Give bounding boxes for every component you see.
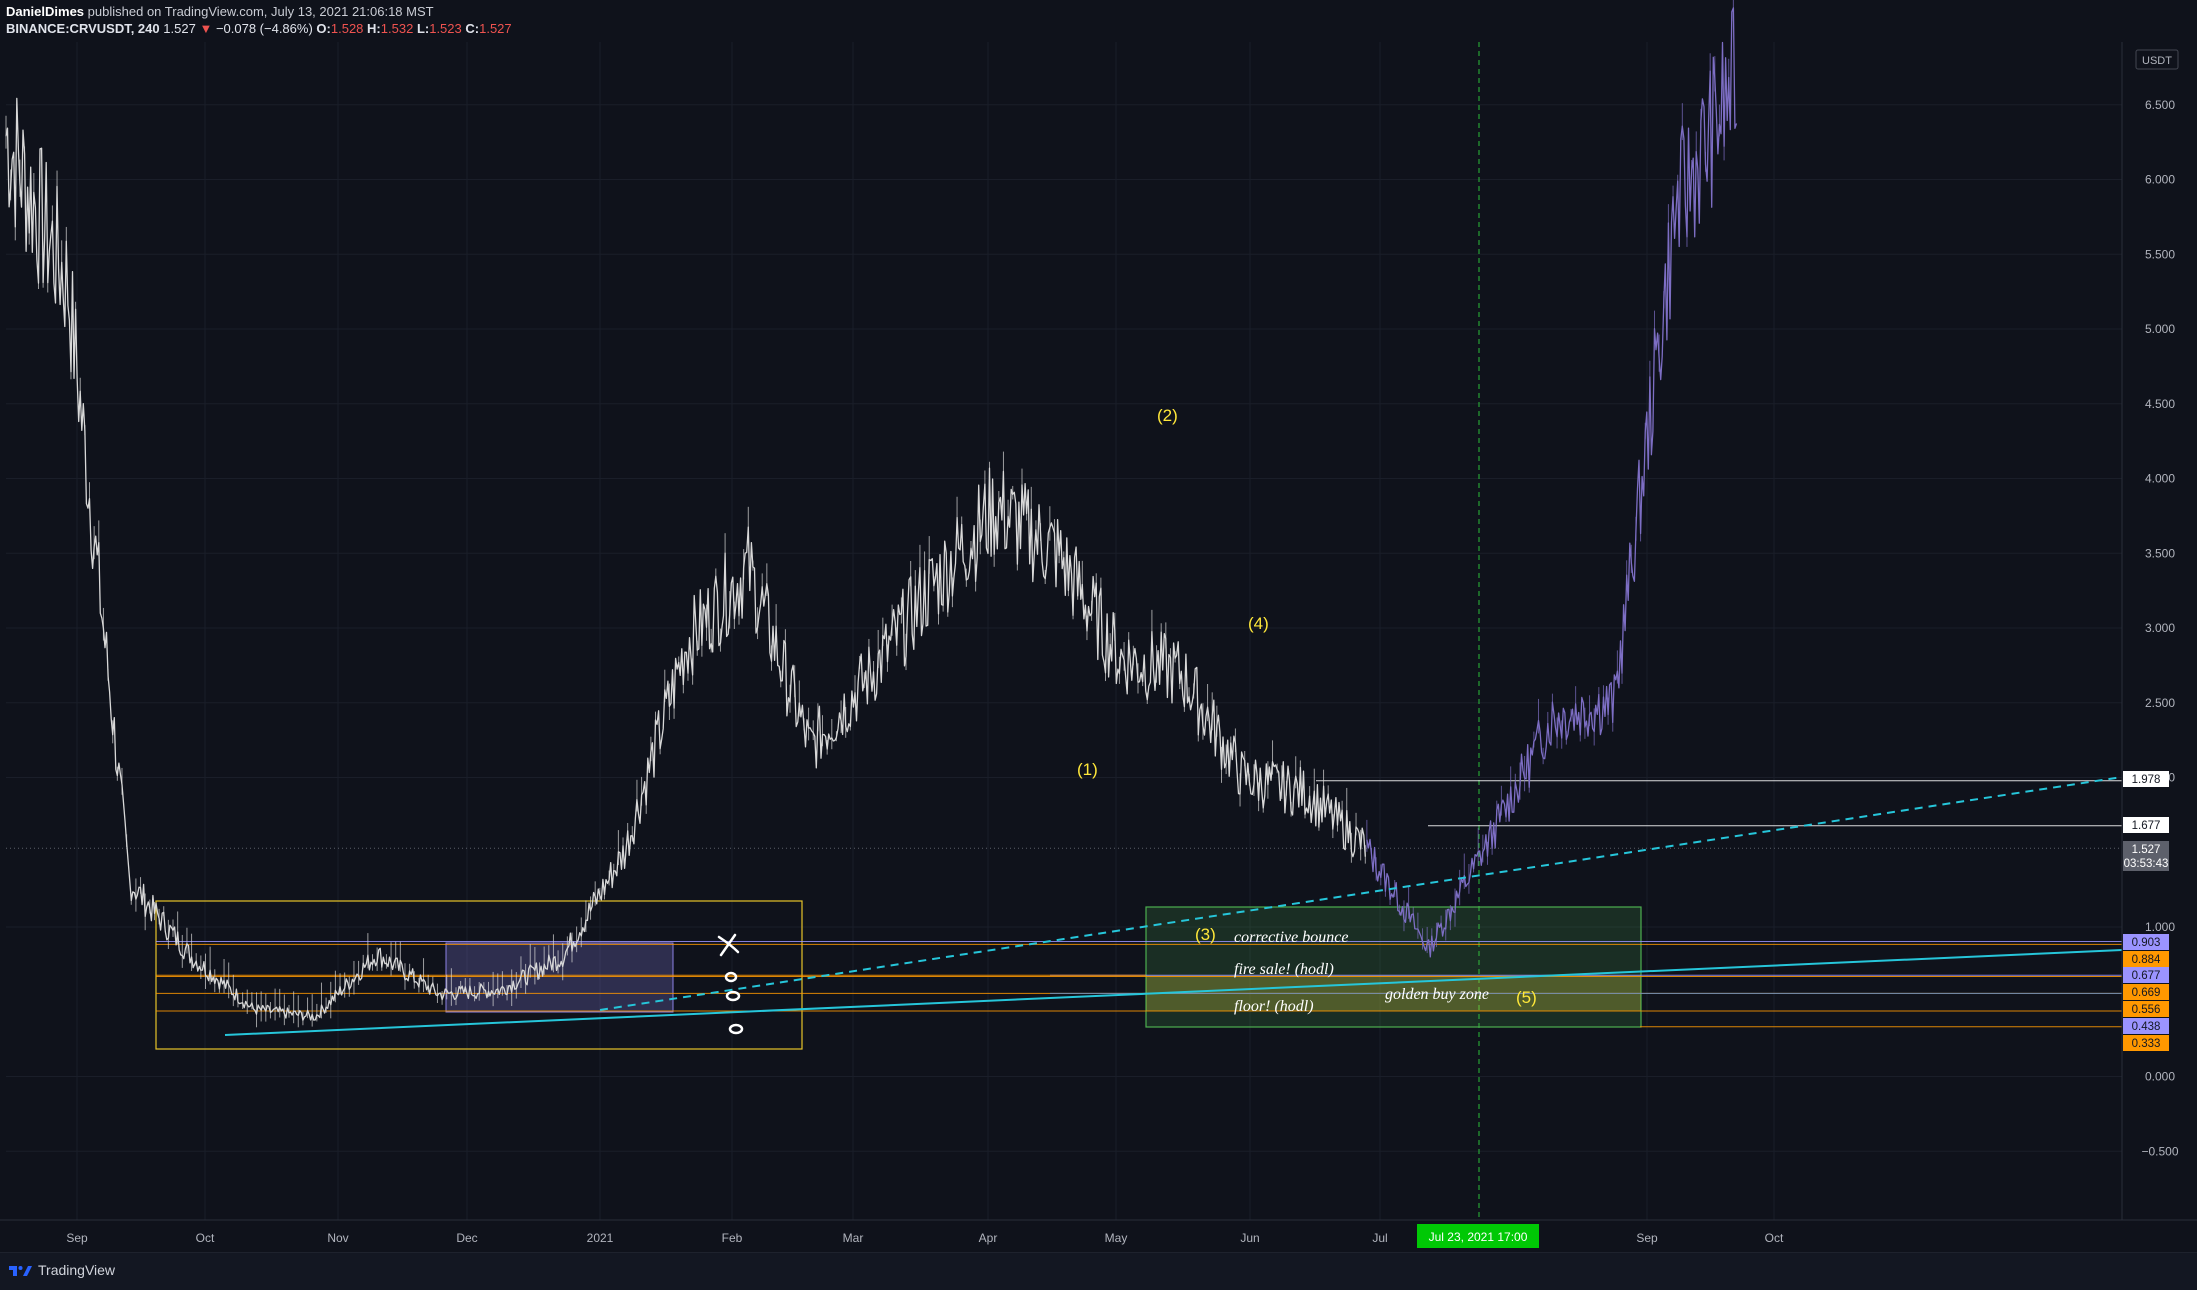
time-tick-label: Sep: [66, 1231, 88, 1245]
time-tick-label: Jun: [1240, 1231, 1259, 1245]
price-axis[interactable]: USDT 6.500 6.000 5.500 5.000 4.500 4.000 3.500 3…: [2121, 42, 2179, 1220]
price-label-text: 03:53:43: [2124, 858, 2169, 870]
price-tick-label: 3.000: [2145, 621, 2175, 635]
wave-3-label: (3): [1195, 925, 1216, 944]
floor-note: floor! (hodl): [1234, 998, 1314, 1015]
time-tick-label: Dec: [456, 1231, 477, 1245]
fire-sale-note: fire sale! (hodl): [1234, 961, 1334, 978]
price-label-text: 0.556: [2132, 1004, 2161, 1016]
price-label-text: 1.677: [2132, 820, 2161, 832]
corrective-bounce-note: corrective bounce: [1234, 929, 1348, 946]
price-tick-label: 4.000: [2145, 472, 2175, 486]
price-tick-label: 0.000: [2145, 1070, 2175, 1084]
price-label-text: 0.438: [2132, 1021, 2161, 1033]
price-label-text: 0.677: [2132, 970, 2161, 982]
crosshair-time-label: Jul 23, 2021 17:00: [1429, 1230, 1528, 1244]
handwritten-zero-mark: [725, 990, 741, 1002]
golden-buy-zone-note: golden buy zone: [1385, 986, 1489, 1003]
price-label-text: 0.669: [2132, 987, 2161, 999]
time-tick-label: May: [1105, 1231, 1128, 1245]
time-tick-label: Sep: [1636, 1231, 1658, 1245]
price-chart[interactable]: (1) (2) (3) (4) (5) corrective bounce fire sal…: [0, 0, 2197, 1252]
handwritten-zero-mark: [724, 971, 738, 983]
currency-label: USDT: [2142, 55, 2172, 67]
price-tick-label: 2.500: [2145, 696, 2175, 710]
price-tick-label: 6.000: [2145, 173, 2175, 187]
time-tick-label: 2021: [587, 1231, 614, 1245]
projected-price-line: [1366, 7, 1738, 958]
time-tick-label: Jul: [1372, 1231, 1387, 1245]
price-series: [5, 0, 1738, 1028]
price-label-text: 1.978: [2132, 774, 2161, 786]
time-tick-label: Oct: [196, 1231, 215, 1245]
price-tick-label: 5.500: [2145, 247, 2175, 261]
price-label-text: 0.333: [2132, 1038, 2161, 1050]
brand-name: TradingView: [38, 1262, 116, 1278]
price-label-text: 0.884: [2132, 954, 2161, 966]
time-tick-label: Nov: [327, 1231, 348, 1245]
time-tick-label: Oct: [1765, 1231, 1784, 1245]
price-tick-label: 3.500: [2145, 546, 2175, 560]
tradingview-logo-icon: [9, 1266, 32, 1276]
price-tick-label: −0.500: [2141, 1144, 2178, 1158]
wave-5-label: (5): [1516, 988, 1537, 1007]
chart-grid: [6, 42, 2122, 1220]
price-label-text: 1.527: [2132, 844, 2161, 856]
wave-2-label: (2): [1157, 406, 1178, 425]
price-tick-label: 6.500: [2145, 98, 2175, 112]
range-box: [445, 942, 674, 1013]
time-tick-label: Mar: [843, 1231, 864, 1245]
wave-1-label: (1): [1077, 760, 1098, 779]
price-tick-label: 1.000: [2145, 920, 2175, 934]
time-axis[interactable]: Sep Oct Nov Dec 2021 Feb Mar Apr May Jun Jul Sep Oct…: [0, 1219, 2197, 1248]
price-tick-label: 5.000: [2145, 322, 2175, 336]
handwritten-x-mark: [717, 933, 740, 957]
historical-price-line: [5, 97, 1366, 1021]
time-tick-label: Feb: [722, 1231, 743, 1245]
tradingview-brand[interactable]: TradingView: [8, 1262, 115, 1278]
price-tick-label: 4.500: [2145, 397, 2175, 411]
footer-bar: TradingView: [0, 1252, 2197, 1290]
wave-4-label: (4): [1248, 614, 1269, 633]
price-label-text: 0.903: [2132, 937, 2161, 949]
time-tick-label: Apr: [979, 1231, 998, 1245]
